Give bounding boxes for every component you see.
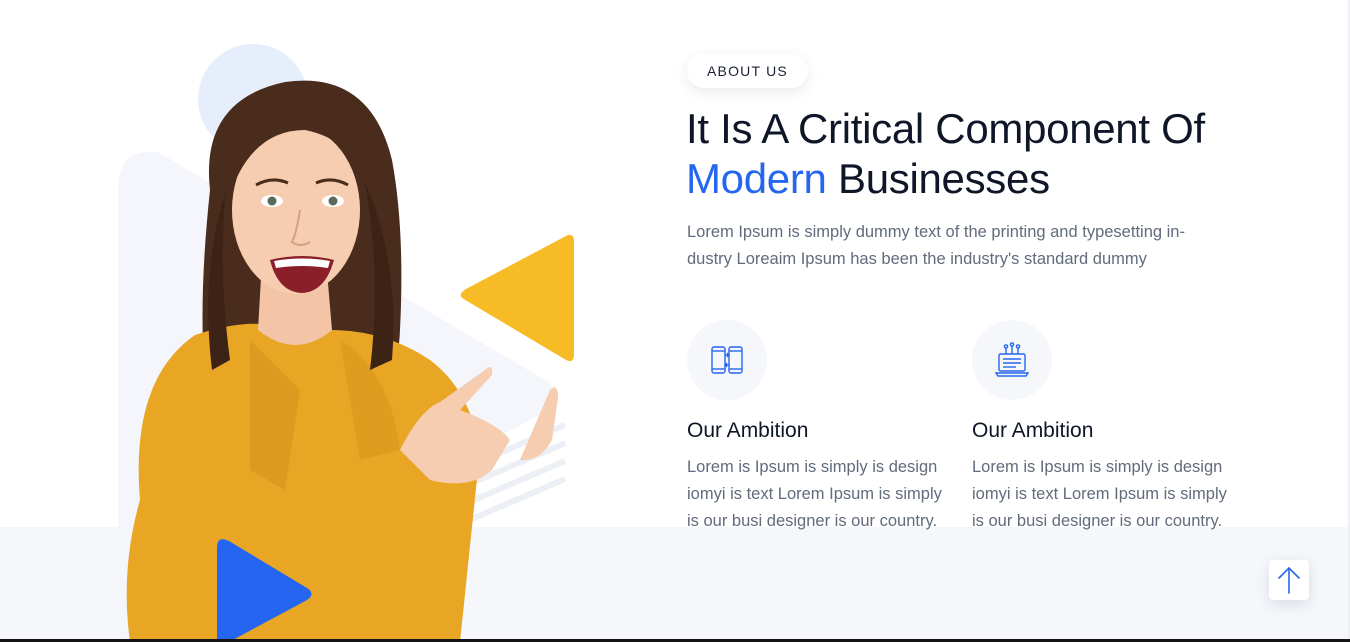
feature-text: Lorem is Ipsum is simply is design iomyi… (972, 458, 1227, 530)
laptop-network-icon (994, 342, 1030, 377)
feature-icon-circle (687, 320, 767, 400)
headline-part2: Businesses (837, 155, 1050, 202)
headline-accent: Modern (686, 155, 827, 202)
feature-icon-circle (972, 320, 1052, 400)
headline-part1: It Is A Critical Component Of (686, 105, 1205, 152)
arrow-up-icon (1278, 566, 1300, 594)
section-intro: Lorem Ipsum is simply dummy text of the … (687, 223, 1185, 268)
feature-title: Our Ambition (972, 419, 1094, 442)
feature-card: Our Ambition Lorem is Ipsum is simply is… (972, 320, 1242, 535)
feature-title: Our Ambition (687, 419, 809, 442)
feature-card: Our Ambition Lorem is Ipsum is simply is… (687, 320, 957, 535)
scroll-to-top-button[interactable] (1269, 560, 1309, 600)
about-visual (100, 30, 600, 642)
section-badge: ABOUT US (687, 54, 808, 88)
mobile-devices-icon (711, 346, 743, 374)
hero-image (118, 80, 574, 642)
section-headline: It Is A Critical Component Of Modern Busi… (686, 104, 1306, 204)
feature-text: Lorem is Ipsum is simply is design iomyi… (687, 458, 942, 530)
section-badge-label: ABOUT US (707, 63, 788, 79)
